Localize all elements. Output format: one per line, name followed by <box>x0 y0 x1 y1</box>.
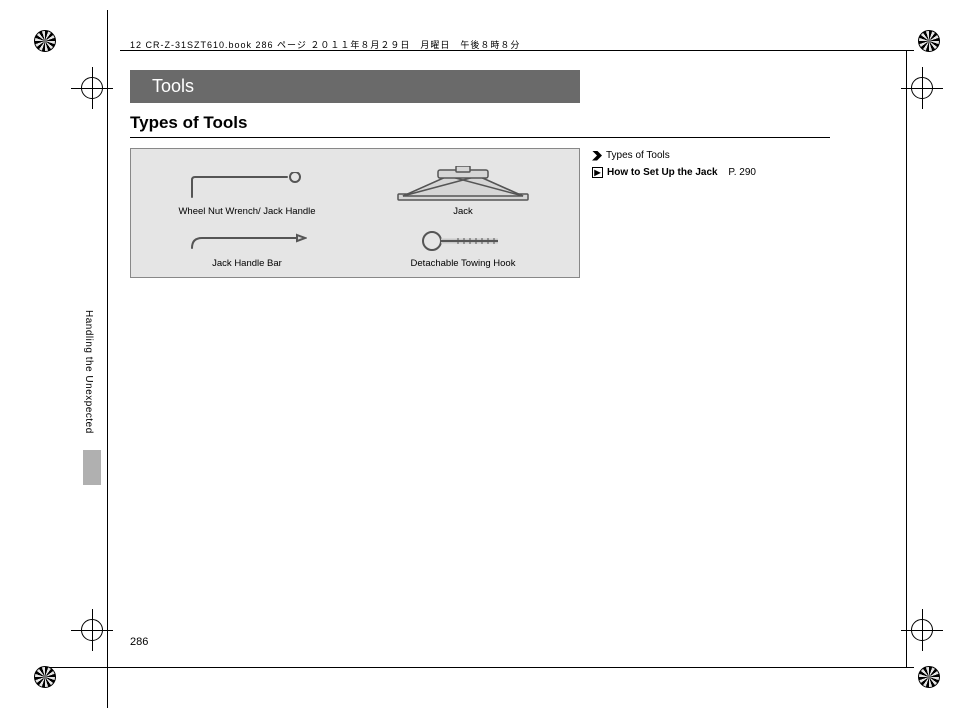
section-tab: Handling the Unexpected <box>83 310 94 434</box>
section-tab-marker <box>83 450 101 485</box>
hook-icon <box>418 228 508 254</box>
tool-bar: Jack Handle Bar <box>149 221 345 269</box>
tool-jack: Jack <box>365 159 561 217</box>
tool-label: Detachable Towing Hook <box>411 258 516 269</box>
tool-hook: Detachable Towing Hook <box>365 221 561 269</box>
sidebar-link-page: P. 290 <box>728 165 756 180</box>
crop-v-left <box>107 10 108 708</box>
registration-mark-icon <box>34 30 56 52</box>
print-meta: 12 CR-Z-31SZT610.book 286 ページ ２０１１年８月２９日… <box>130 38 520 51</box>
wrench-icon <box>187 172 307 202</box>
chevrons-icon <box>592 151 602 161</box>
page-number: 286 <box>130 636 148 648</box>
registration-mark-icon <box>918 666 940 688</box>
sidebar-link[interactable]: ▶ How to Set Up the Jack P. 290 <box>592 165 812 180</box>
tool-illustration-panel: Wheel Nut Wrench/ Jack Handle Jack <box>130 148 580 278</box>
tool-label: Jack Handle Bar <box>212 258 282 269</box>
crop-bottom-line <box>40 667 914 668</box>
info-sidebar: Types of Tools ▶ How to Set Up the Jack … <box>592 148 812 180</box>
registration-mark-icon <box>34 666 56 688</box>
jack-icon <box>393 166 533 202</box>
sidebar-link-label: How to Set Up the Jack <box>607 165 718 180</box>
section-heading: Types of Tools <box>130 113 880 133</box>
tool-label: Jack <box>453 206 473 217</box>
crop-v-right <box>906 50 907 668</box>
section-rule <box>130 137 830 138</box>
link-icon: ▶ <box>592 167 603 178</box>
chapter-heading: Tools <box>130 70 580 103</box>
tool-wrench: Wheel Nut Wrench/ Jack Handle <box>149 159 345 217</box>
page-content: Tools Types of Tools Wheel Nut Wrench/ J… <box>130 70 880 630</box>
registration-mark-icon <box>918 30 940 52</box>
sidebar-heading-text: Types of Tools <box>606 148 670 163</box>
tool-label: Wheel Nut Wrench/ Jack Handle <box>178 206 315 217</box>
sidebar-heading: Types of Tools <box>592 148 812 163</box>
bar-icon <box>187 230 307 254</box>
